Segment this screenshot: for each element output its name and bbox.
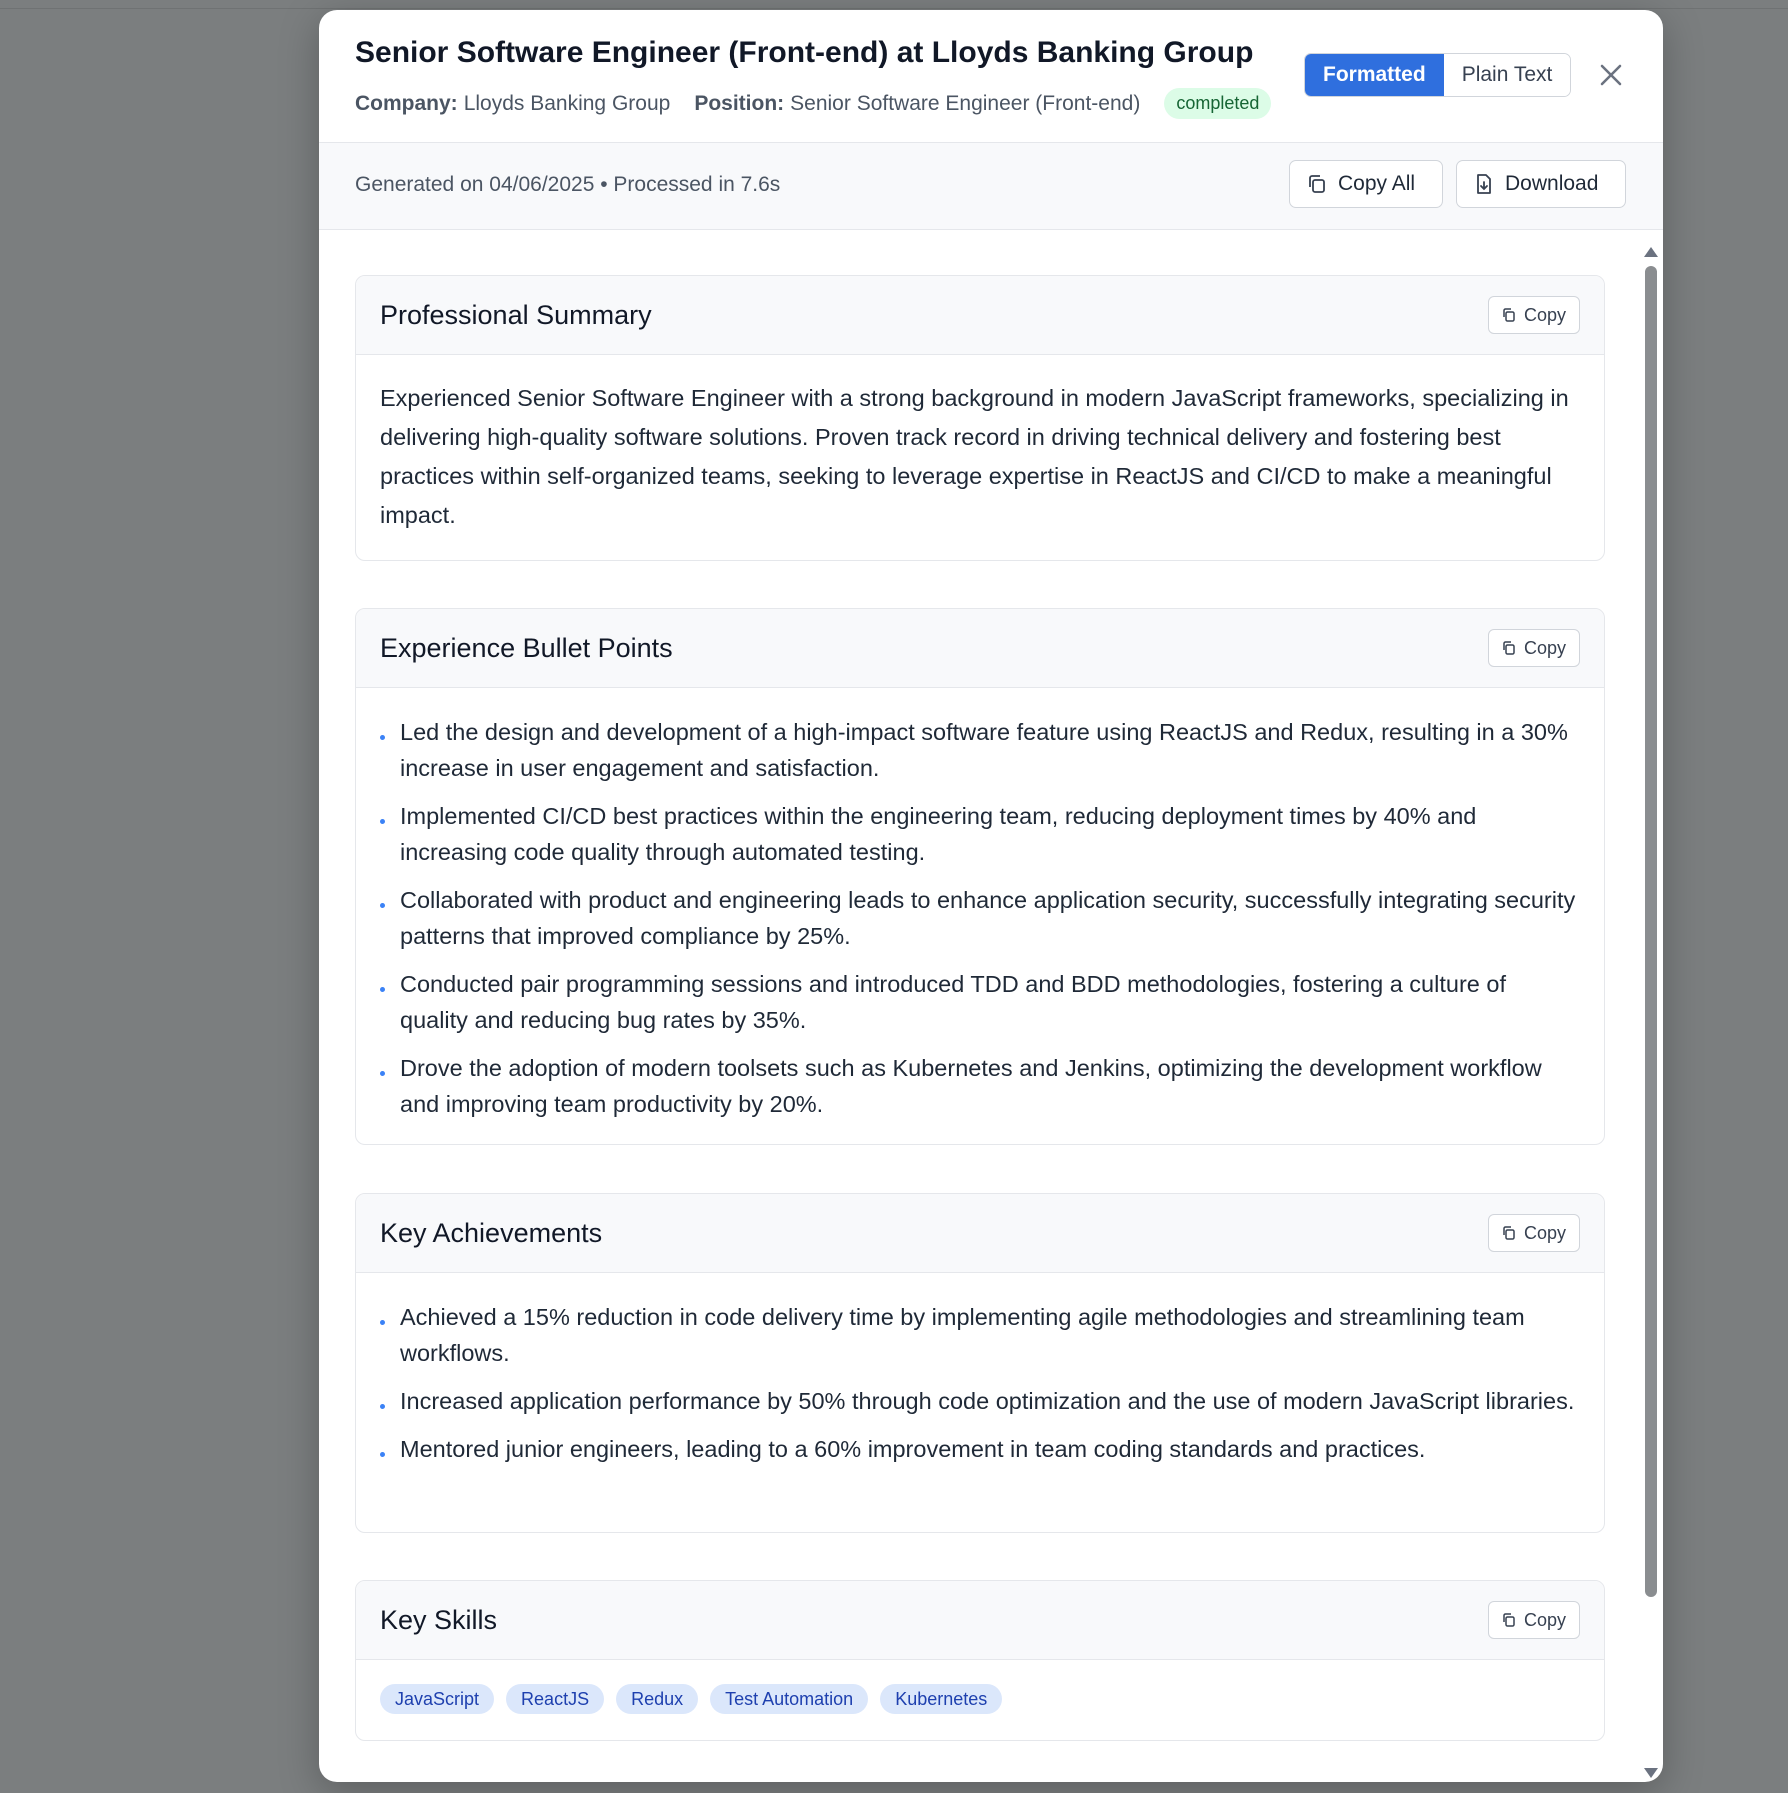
list-item-text: Led the design and development of a high… xyxy=(400,719,1568,781)
scroll-down-arrow-icon[interactable] xyxy=(1644,1768,1658,1778)
list-item: Led the design and development of a high… xyxy=(380,714,1580,786)
list-item-text: Achieved a 15% reduction in code deliver… xyxy=(400,1304,1525,1366)
copy-icon xyxy=(1503,641,1515,655)
position-info: Position: Senior Software Engineer (Front… xyxy=(694,92,1140,116)
skill-tag: Redux xyxy=(616,1684,699,1714)
copy-label: Copy xyxy=(1523,1609,1566,1630)
download-button[interactable]: Download xyxy=(1456,160,1626,208)
skill-tags: JavaScript ReactJS Redux Test Automation… xyxy=(356,1660,1604,1714)
generation-info-bar: Generated on 04/06/2025 • Processed in 7… xyxy=(319,143,1663,230)
section-header: Key Skills Copy xyxy=(356,1581,1604,1660)
copy-all-label: Copy All xyxy=(1338,172,1416,195)
list-item-text: Conducted pair programming sessions and … xyxy=(400,971,1506,1033)
list-item: Drove the adoption of modern toolsets su… xyxy=(380,1050,1580,1122)
section-key-achievements: Key Achievements Copy Achieved a 15% red… xyxy=(355,1193,1605,1533)
section-experience-bullets: Experience Bullet Points Copy Led the de… xyxy=(355,608,1605,1145)
list-item: Increased application performance by 50%… xyxy=(380,1383,1580,1419)
company-label: Company: xyxy=(355,91,458,115)
copy-achievements-button[interactable]: Copy xyxy=(1487,1214,1580,1252)
section-title: Experience Bullet Points xyxy=(380,633,673,663)
skill-tag: ReactJS xyxy=(506,1684,605,1714)
bullet-icon xyxy=(380,1452,385,1457)
modal-header: Senior Software Engineer (Front-end) at … xyxy=(319,10,1663,143)
bullet-icon xyxy=(380,819,385,824)
position-value: Senior Software Engineer (Front-end) xyxy=(790,91,1141,115)
download-label: Download xyxy=(1505,172,1599,195)
scroll-up-arrow-icon[interactable] xyxy=(1644,247,1658,257)
content-scroll-area[interactable]: Professional Summary Copy Experienced Se… xyxy=(319,230,1663,1782)
list-item: Implemented CI/CD best practices within … xyxy=(380,798,1580,870)
list-item-text: Increased application performance by 50%… xyxy=(400,1388,1575,1414)
close-icon xyxy=(1600,64,1622,86)
section-header: Experience Bullet Points Copy xyxy=(356,609,1604,688)
bullet-icon xyxy=(380,735,385,740)
list-item-text: Drove the adoption of modern toolsets su… xyxy=(400,1055,1542,1117)
copy-experience-button[interactable]: Copy xyxy=(1487,629,1580,667)
company-value: Lloyds Banking Group xyxy=(463,91,671,115)
summary-text: Experienced Senior Software Engineer wit… xyxy=(380,385,1569,528)
formatted-view-button[interactable]: Formatted xyxy=(1305,54,1444,96)
copy-skills-button[interactable]: Copy xyxy=(1487,1601,1580,1639)
bullet-icon xyxy=(380,1404,385,1409)
page-top-border xyxy=(0,0,1788,9)
close-button[interactable] xyxy=(1594,58,1628,92)
copy-icon xyxy=(1503,1226,1515,1240)
skill-tag: Test Automation xyxy=(710,1684,869,1714)
bullet-icon xyxy=(380,903,385,908)
skill-tag: Kubernetes xyxy=(880,1684,1003,1714)
copy-summary-button[interactable]: Copy xyxy=(1487,296,1580,334)
list-item: Conducted pair programming sessions and … xyxy=(380,966,1580,1038)
modal-title: Senior Software Engineer (Front-end) at … xyxy=(355,36,1254,69)
scrollbar-thumb[interactable] xyxy=(1645,266,1657,1597)
file-download-icon xyxy=(1477,174,1491,194)
list-item-text: Implemented CI/CD best practices within … xyxy=(400,803,1477,865)
section-title: Key Skills xyxy=(380,1605,498,1635)
list-item: Achieved a 15% reduction in code deliver… xyxy=(380,1299,1580,1371)
status-badge: completed xyxy=(1164,88,1272,119)
list-item: Collaborated with product and engineerin… xyxy=(380,882,1580,954)
modal-meta: Company: Lloyds Banking Group Position: Se… xyxy=(355,88,1272,119)
copy-all-button[interactable]: Copy All xyxy=(1289,160,1443,208)
company-info: Company: Lloyds Banking Group xyxy=(355,92,670,116)
list-item-text: Mentored junior engineers, leading to a … xyxy=(400,1436,1426,1462)
bullet-icon xyxy=(380,987,385,992)
copy-label: Copy xyxy=(1523,1222,1566,1243)
list-item-text: Collaborated with product and engineerin… xyxy=(400,887,1576,949)
section-key-skills: Key Skills Copy JavaScript ReactJS Redux… xyxy=(355,1580,1605,1741)
list-item: Mentored junior engineers, leading to a … xyxy=(380,1431,1580,1467)
bullet-icon xyxy=(380,1320,385,1325)
resume-result-modal: Senior Software Engineer (Front-end) at … xyxy=(319,10,1663,1782)
section-header: Key Achievements Copy xyxy=(356,1194,1604,1273)
plain-text-view-button[interactable]: Plain Text xyxy=(1443,54,1571,96)
view-mode-toggle: Formatted Plain Text xyxy=(1304,53,1572,97)
bullet-icon xyxy=(380,1071,385,1076)
experience-list: Led the design and development of a high… xyxy=(356,688,1604,1122)
copy-icon xyxy=(1503,308,1515,322)
achievements-list: Achieved a 15% reduction in code deliver… xyxy=(356,1273,1604,1467)
position-label: Position: xyxy=(694,91,785,115)
copy-icon xyxy=(1309,175,1325,193)
skill-tag: JavaScript xyxy=(380,1684,495,1714)
copy-label: Copy xyxy=(1523,304,1566,325)
section-header: Professional Summary Copy xyxy=(356,276,1604,355)
section-title: Key Achievements xyxy=(380,1218,603,1248)
copy-label: Copy xyxy=(1523,637,1566,658)
copy-icon xyxy=(1503,1613,1515,1627)
generation-info: Generated on 04/06/2025 • Processed in 7… xyxy=(355,173,781,196)
section-title: Professional Summary xyxy=(380,300,652,330)
section-professional-summary: Professional Summary Copy Experienced Se… xyxy=(355,275,1605,561)
